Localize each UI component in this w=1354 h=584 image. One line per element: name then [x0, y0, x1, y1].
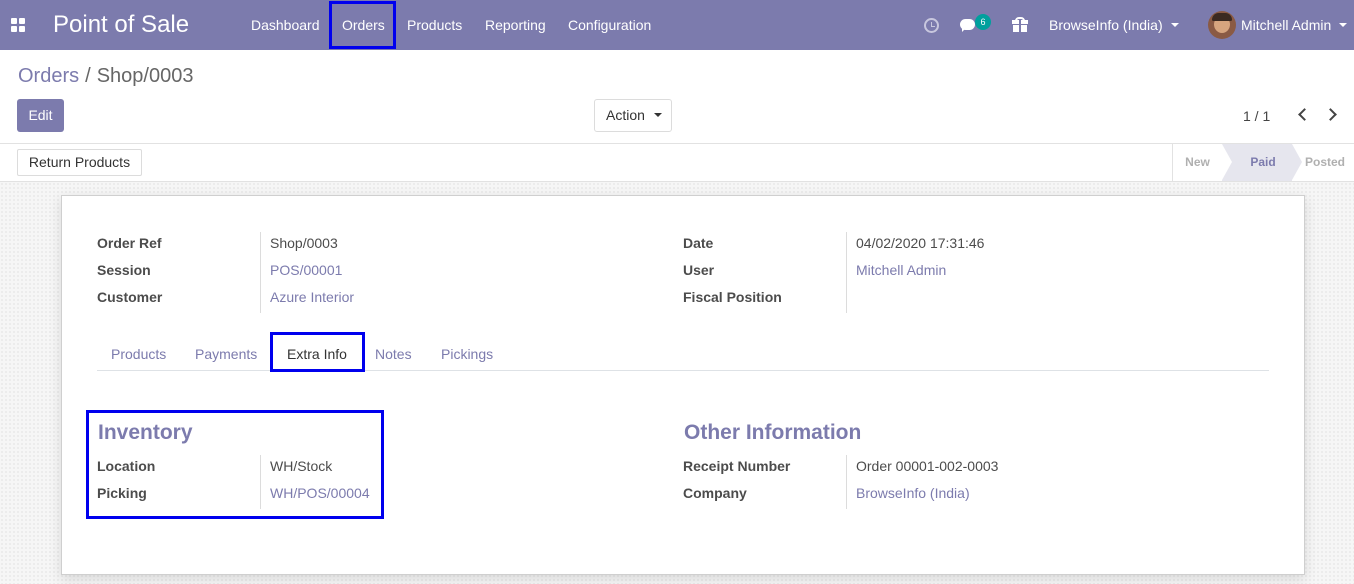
field-divider — [260, 232, 261, 313]
tab-payments[interactable]: Payments — [195, 346, 257, 362]
action-dropdown[interactable]: Action — [594, 99, 672, 132]
edit-button[interactable]: Edit — [17, 99, 64, 132]
status-bar: Return Products New Paid Posted — [0, 143, 1354, 182]
avatar[interactable] — [1208, 11, 1236, 39]
message-count-badge: 6 — [975, 14, 991, 30]
pager-previous-icon[interactable] — [1298, 108, 1311, 121]
order-ref-label: Order Ref — [97, 235, 162, 251]
receipt-number-label: Receipt Number — [683, 458, 791, 474]
activity-clock-icon[interactable] — [924, 18, 939, 33]
field-divider — [846, 232, 847, 313]
breadcrumb-separator: / — [85, 65, 91, 87]
chevron-down-icon — [1170, 23, 1179, 28]
date-value: 04/02/2020 17:31:46 — [856, 235, 985, 251]
user-menu[interactable]: Mitchell Admin — [1241, 17, 1348, 33]
user-label: User — [683, 262, 715, 278]
stage-paid-label: Paid — [1250, 155, 1276, 169]
top-navbar: Point of Sale Dashboard Orders Products … — [0, 0, 1354, 50]
company-switcher[interactable]: BrowseInfo (India) — [1049, 17, 1179, 33]
receipt-number-value: Order 00001-002-0003 — [856, 458, 999, 474]
menu-dashboard[interactable]: Dashboard — [251, 17, 320, 33]
pager-value[interactable]: 1 / 1 — [1243, 108, 1270, 124]
return-products-button[interactable]: Return Products — [17, 149, 142, 176]
chevron-down-icon — [1339, 23, 1348, 28]
gift-icon[interactable] — [1012, 17, 1028, 32]
breadcrumb-current: Shop/0003 — [96, 65, 194, 87]
breadcrumb: Orders / Shop/0003 — [18, 65, 193, 88]
tab-pickings[interactable]: Pickings — [441, 346, 493, 362]
extra-info-tab-highlight — [270, 332, 365, 372]
menu-reporting[interactable]: Reporting — [485, 17, 546, 33]
chat-icon[interactable] — [960, 19, 975, 32]
tab-notes[interactable]: Notes — [375, 346, 412, 362]
field-divider — [846, 455, 847, 509]
company-link[interactable]: BrowseInfo (India) — [856, 485, 970, 501]
pager-next-icon[interactable] — [1324, 108, 1337, 121]
tab-products[interactable]: Products — [111, 346, 166, 362]
order-ref-value: Shop/0003 — [270, 235, 338, 251]
session-label: Session — [97, 262, 151, 278]
menu-configuration[interactable]: Configuration — [568, 17, 651, 33]
stage-new[interactable]: New — [1172, 144, 1222, 181]
customer-label: Customer — [97, 289, 163, 305]
session-link[interactable]: POS/00001 — [270, 262, 342, 278]
company-name: BrowseInfo (India) — [1049, 17, 1163, 33]
inventory-section-highlight — [86, 410, 384, 519]
action-label: Action — [606, 107, 645, 123]
orders-menu-highlight — [329, 1, 396, 49]
date-label: Date — [683, 235, 714, 251]
other-information-title: Other Information — [684, 421, 862, 444]
menu-products[interactable]: Products — [407, 17, 462, 33]
customer-link[interactable]: Azure Interior — [270, 289, 354, 305]
user-link[interactable]: Mitchell Admin — [856, 262, 946, 278]
breadcrumb-orders-link[interactable]: Orders — [18, 65, 79, 87]
apps-menu-icon[interactable] — [11, 18, 25, 32]
fiscal-position-label: Fiscal Position — [683, 289, 782, 305]
stage-paid[interactable]: Paid — [1222, 144, 1302, 181]
user-name: Mitchell Admin — [1241, 17, 1332, 33]
app-title: Point of Sale — [53, 11, 190, 38]
stage-posted[interactable]: Posted — [1296, 144, 1354, 181]
company-label: Company — [683, 485, 747, 501]
chevron-down-icon — [653, 113, 662, 118]
